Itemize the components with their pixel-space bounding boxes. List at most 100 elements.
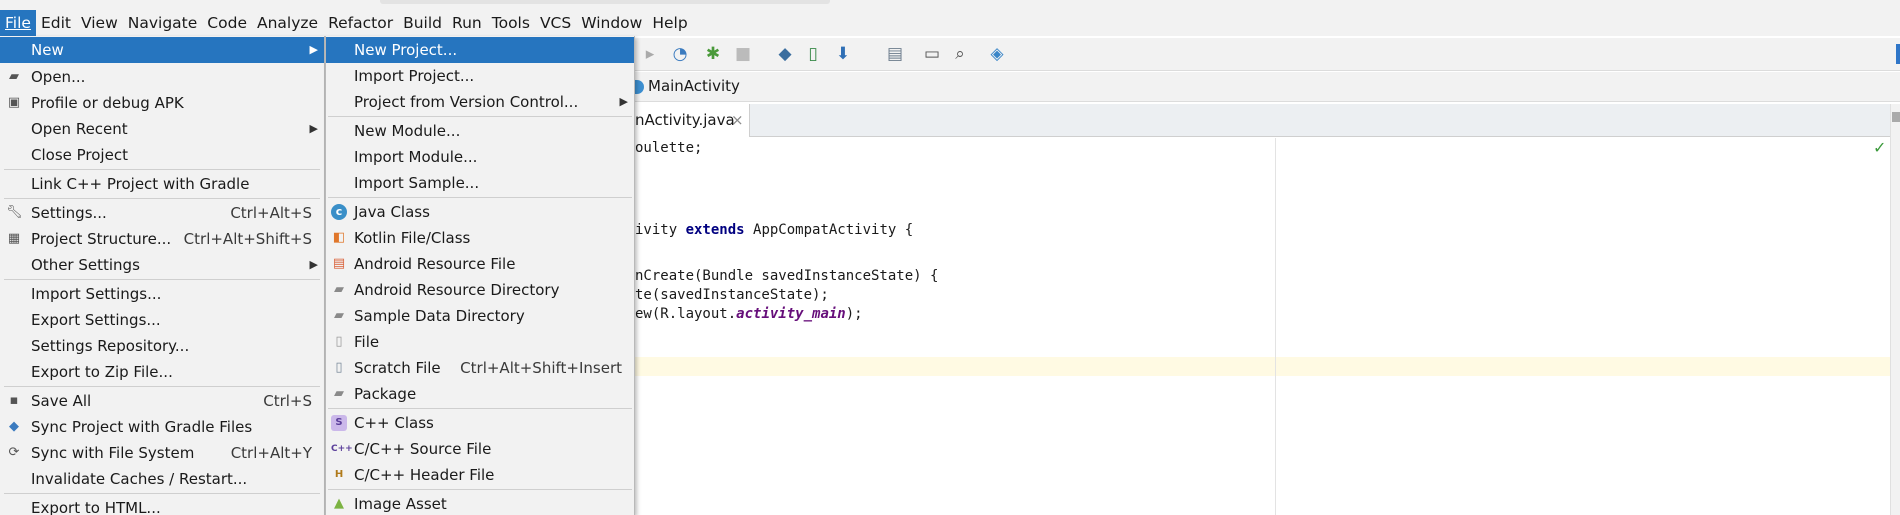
menu-analyze[interactable]: Analyze [252,10,323,36]
project-structure-icon: ▦ [7,231,21,246]
menu-file[interactable]: File [0,10,36,36]
menu-item-import-sample[interactable]: Import Sample... [326,170,634,196]
menu-item-open[interactable]: ▰ Open... [0,64,324,90]
menu-item-label: Import Sample... [354,174,480,192]
code-editor[interactable]: oulette; ivity extends AppCompatActivity… [635,138,1890,515]
menu-build[interactable]: Build [398,10,447,36]
menu-tools[interactable]: Tools [487,10,535,36]
cpp-header-file-icon: H [334,469,344,480]
menu-item-export-zip[interactable]: Export to Zip File... [0,359,324,385]
menu-item-other-settings[interactable]: Other Settings ▶ [0,252,324,278]
gradle-sync-icon[interactable]: ◆ [775,44,795,64]
menu-item-invalidate-caches[interactable]: Invalidate Caches / Restart... [0,466,324,492]
menu-code[interactable]: Code [202,10,252,36]
main-toolbar: ▸ ◔ ✱ ■ ◆ ▯ ⬇ ▤ ▭ ⌕ ◈ [635,38,1900,71]
menu-item-export-settings[interactable]: Export Settings... [0,307,324,333]
scroll-marker [1892,112,1900,122]
close-tab-icon[interactable]: × [731,104,744,136]
menu-edit[interactable]: Edit [36,10,76,36]
menu-item-label: Kotlin File/Class [354,229,471,247]
code-text: ); [845,306,863,322]
menu-item-label: File [354,333,380,351]
menu-item-image-asset[interactable]: ▲ Image Asset [326,491,634,515]
menu-item-android-resource-directory[interactable]: ▰ Android Resource Directory [326,277,634,303]
menu-item-label: Sync with File System [31,444,195,462]
breadcrumb-mainactivity[interactable]: MainActivity [648,77,740,95]
menu-item-scratch-file[interactable]: ▯ Scratch File Ctrl+Alt+Shift+Insert [326,355,634,381]
shortcut-label: Ctrl+S [263,392,312,410]
debug-icon[interactable]: ✱ [703,44,723,64]
menu-separator [4,493,320,494]
menu-item-import-settings[interactable]: Import Settings... [0,281,324,307]
search-icon[interactable]: ⌕ [950,44,970,64]
submenu-arrow-icon: ▶ [619,95,628,108]
menu-item-project-structure[interactable]: ▦ Project Structure... Ctrl+Alt+Shift+S [0,226,324,252]
menu-vcs[interactable]: VCS [535,10,576,36]
tab-label: nActivity.java [635,111,735,129]
menu-item-label: Import Settings... [31,285,162,303]
menu-refactor[interactable]: Refactor [323,10,398,36]
editor-tab-bar: nActivity.java × [635,104,1890,137]
menu-item-sync-filesystem[interactable]: ⟳ Sync with File System Ctrl+Alt+Y [0,440,324,466]
menu-item-package[interactable]: ▰ Package [326,381,634,407]
menu-bar: File Edit View Navigate Code Analyze Ref… [0,10,1900,36]
menu-item-label: Close Project [31,146,128,164]
menu-item-kotlin-file[interactable]: ◧ Kotlin File/Class [326,225,634,251]
layers-icon[interactable]: ◈ [987,44,1007,64]
menu-item-label: New [31,41,64,59]
menu-item-cpp-class[interactable]: S C++ Class [326,410,634,436]
menu-item-label: Package [354,385,417,403]
folder-icon: ▰ [334,308,344,323]
menu-run[interactable]: Run [447,10,487,36]
menu-item-new-project[interactable]: New Project... [326,37,634,63]
menu-item-sample-data-directory[interactable]: ▰ Sample Data Directory [326,303,634,329]
menu-help[interactable]: Help [647,10,692,36]
android-resource-file-icon: ▤ [332,256,346,271]
tab-mainactivity-java[interactable]: nActivity.java × [635,104,750,137]
project-structure-icon[interactable]: ▤ [885,44,905,64]
menu-item-new-module[interactable]: New Module... [326,118,634,144]
menu-item-label: C/C++ Header File [354,466,495,484]
avd-manager-icon[interactable]: ▯ [803,44,823,64]
menu-item-cpp-header-file[interactable]: H C/C++ Header File [326,462,634,488]
menu-item-file[interactable]: ▯ File [326,329,634,355]
menu-separator [4,279,320,280]
menu-item-cpp-source-file[interactable]: C++ C/C++ Source File [326,436,634,462]
menu-item-sync-gradle[interactable]: ◆ Sync Project with Gradle Files [0,414,324,440]
menu-item-import-module[interactable]: Import Module... [326,144,634,170]
menu-item-new[interactable]: New ▶ [0,37,324,63]
menu-item-project-from-vcs[interactable]: Project from Version Control... ▶ [326,89,634,115]
menu-item-settings-repository[interactable]: Settings Repository... [0,333,324,359]
menu-item-close-project[interactable]: Close Project [0,142,324,168]
menu-separator [4,169,320,170]
folder-icon: ▰ [9,69,19,84]
editor-scrollbar[interactable] [1890,104,1900,515]
file-icon: ▯ [335,334,343,349]
menu-item-open-recent[interactable]: Open Recent ▶ [0,116,324,142]
menu-view[interactable]: View [76,10,123,36]
menu-window[interactable]: Window [576,10,647,36]
android-resource-directory-icon: ▰ [334,282,344,297]
shortcut-label: Ctrl+Alt+S [230,204,312,222]
terminal-icon[interactable]: ▭ [922,44,942,64]
menu-item-profile-apk[interactable]: ▣ Profile or debug APK [0,90,324,116]
menu-item-android-resource-file[interactable]: ▤ Android Resource File [326,251,634,277]
right-margin-guide [1275,138,1276,515]
menu-item-java-class[interactable]: c Java Class [326,199,634,225]
shortcut-label: Ctrl+Alt+Y [230,444,312,462]
keyword-extends: extends [685,222,745,238]
sdk-manager-icon[interactable]: ⬇ [833,44,853,64]
submenu-arrow-icon: ▶ [309,43,318,56]
menu-item-settings[interactable]: 🔧︎ Settings... Ctrl+Alt+S [0,200,324,226]
menu-item-export-html[interactable]: Export to HTML... [0,495,324,515]
menu-item-link-cpp[interactable]: Link C++ Project with Gradle [0,171,324,197]
profile-icon[interactable]: ◔ [670,44,690,64]
menu-item-import-project[interactable]: Import Project... [326,63,634,89]
menu-navigate[interactable]: Navigate [123,10,203,36]
menu-separator [328,116,632,117]
menu-item-save-all[interactable]: ▪ Save All Ctrl+S [0,388,324,414]
save-icon: ▪ [9,393,19,408]
menu-item-label: Import Module... [354,148,478,166]
menu-item-label: C/C++ Source File [354,440,492,458]
run-disabled-icon: ▸ [645,44,655,64]
